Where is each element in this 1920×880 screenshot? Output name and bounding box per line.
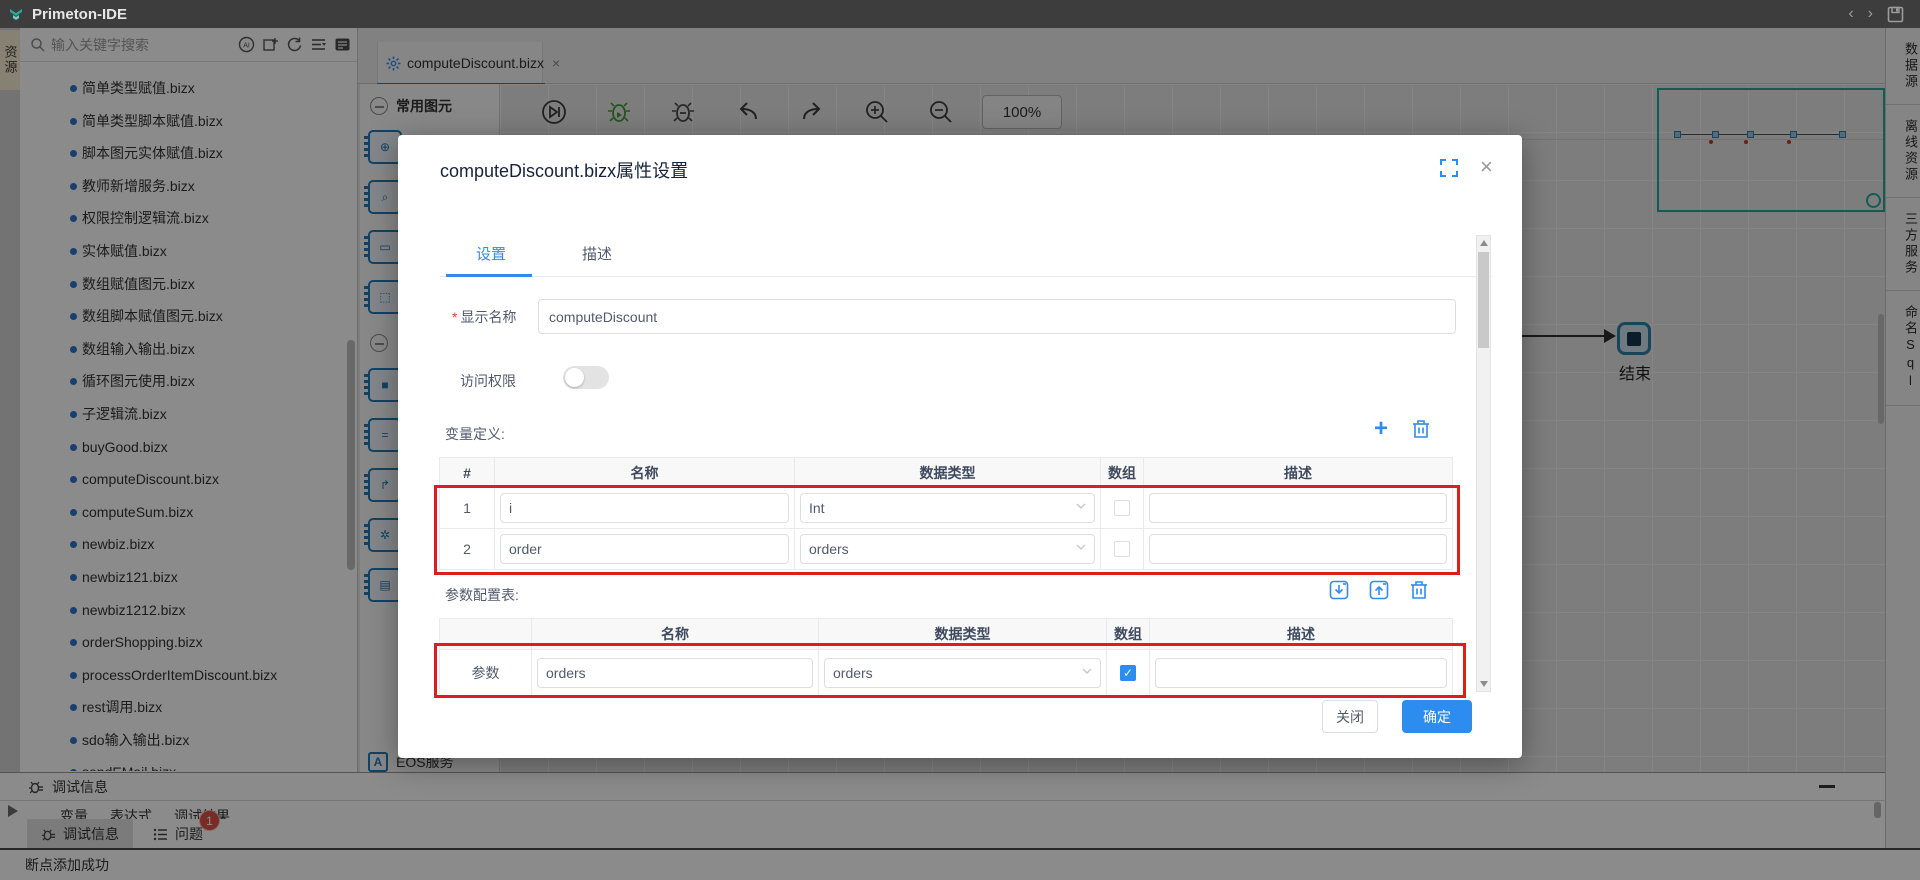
chevron-down-icon: [1076, 503, 1086, 509]
display-name-label: *显示名称: [452, 307, 516, 327]
variable-type-select[interactable]: Int: [800, 493, 1095, 523]
variable-desc-input[interactable]: [1149, 493, 1447, 523]
param-row-label: 参数: [440, 650, 532, 696]
scroll-up-icon[interactable]: [1480, 240, 1488, 246]
col-header-blank: [440, 619, 532, 650]
variable-type-select[interactable]: orders: [800, 534, 1095, 564]
table-row: 2 orders ✓: [440, 529, 1453, 570]
col-header-desc: 描述: [1144, 458, 1453, 488]
dialog-title: computeDiscount.bizx属性设置: [440, 157, 688, 183]
dialog-tabs: 设置 描述: [398, 243, 1522, 277]
row-index: 2: [440, 529, 495, 570]
access-permission-label: 访问权限: [460, 371, 516, 391]
array-checkbox[interactable]: ✓: [1114, 500, 1130, 516]
export-parameter-icon[interactable]: [1368, 579, 1390, 601]
tabs-divider: [440, 276, 1492, 277]
tab-description[interactable]: 描述: [544, 243, 650, 264]
col-header-index: #: [440, 458, 495, 488]
col-header-name: 名称: [532, 619, 819, 650]
chevron-down-icon: [1076, 544, 1086, 550]
parameter-name-input[interactable]: [537, 658, 813, 688]
table-row: 1 Int ✓: [440, 488, 1453, 529]
active-tab-underline: [446, 274, 532, 277]
parameter-desc-input[interactable]: [1155, 658, 1447, 688]
variable-desc-input[interactable]: [1149, 534, 1447, 564]
access-permission-toggle[interactable]: [563, 366, 609, 389]
col-header-array: 数组: [1101, 458, 1144, 488]
import-parameter-icon[interactable]: [1328, 579, 1350, 601]
tab-settings[interactable]: 设置: [438, 243, 544, 264]
display-name-input[interactable]: [538, 299, 1456, 334]
nav-forward-icon[interactable]: ›: [1868, 0, 1873, 28]
app-title: Primeton-IDE: [32, 6, 127, 23]
array-checkbox[interactable]: ✓: [1114, 541, 1130, 557]
table-row: 参数 orders ✓: [440, 650, 1453, 696]
array-checkbox[interactable]: ✓: [1120, 665, 1136, 681]
fullscreen-icon[interactable]: [1440, 159, 1458, 177]
app-logo-icon: [8, 6, 24, 22]
delete-parameter-icon[interactable]: [1408, 579, 1430, 601]
scroll-down-icon[interactable]: [1480, 681, 1488, 687]
col-header-datatype: 数据类型: [795, 458, 1101, 488]
variables-section-label: 变量定义:: [445, 424, 505, 444]
required-asterisk: *: [452, 309, 457, 325]
close-button[interactable]: 关闭: [1322, 700, 1378, 733]
dialog-scrollbar[interactable]: [1476, 235, 1491, 692]
add-variable-icon[interactable]: +: [1370, 418, 1392, 440]
variable-name-input[interactable]: [500, 493, 789, 523]
parameters-section-label: 参数配置表:: [445, 585, 519, 605]
delete-variable-icon[interactable]: [1410, 418, 1432, 440]
row-index: 1: [440, 488, 495, 529]
titlebar: Primeton-IDE ‹ ›: [0, 0, 1920, 28]
nav-back-icon[interactable]: ‹: [1848, 0, 1853, 28]
scrollbar-thumb[interactable]: [1478, 252, 1489, 348]
col-header-desc: 描述: [1150, 619, 1453, 650]
close-icon[interactable]: ×: [1480, 154, 1493, 180]
chevron-down-icon: [1082, 668, 1092, 674]
save-icon[interactable]: [1887, 6, 1904, 23]
properties-dialog: computeDiscount.bizx属性设置 × 设置 描述 *显示名称 访…: [398, 135, 1522, 758]
variable-name-input[interactable]: [500, 534, 789, 564]
col-header-datatype: 数据类型: [819, 619, 1107, 650]
col-header-name: 名称: [495, 458, 795, 488]
parameters-table: 名称 数据类型 数组 描述 参数 orders ✓: [439, 618, 1453, 696]
parameter-type-select[interactable]: orders: [824, 658, 1101, 688]
variables-table: # 名称 数据类型 数组 描述 1 Int ✓ 2 orders ✓: [439, 457, 1453, 570]
col-header-array: 数组: [1107, 619, 1150, 650]
confirm-button[interactable]: 确定: [1402, 700, 1472, 733]
